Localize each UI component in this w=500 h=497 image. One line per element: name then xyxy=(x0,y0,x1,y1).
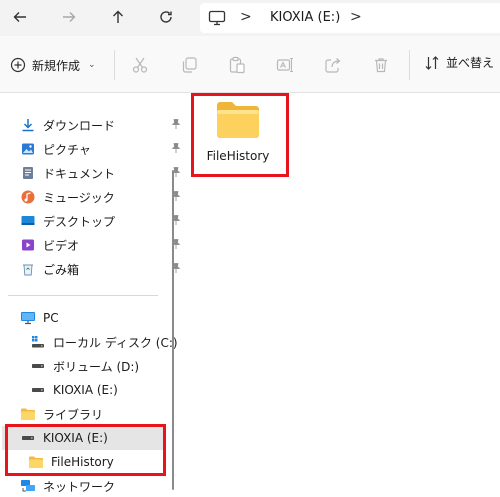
pictures-icon xyxy=(20,141,36,157)
computer-icon xyxy=(208,10,226,26)
sidebar-item-label: ドキュメント xyxy=(43,166,116,181)
rename-icon xyxy=(276,57,293,73)
sort-icon xyxy=(425,55,439,70)
sidebar-item-library[interactable]: ライブラリ xyxy=(20,403,103,425)
rename-button[interactable] xyxy=(274,54,296,76)
paste-icon xyxy=(229,56,245,74)
sidebar-item-label: ネットワーク xyxy=(43,479,116,494)
cut-button[interactable] xyxy=(129,54,151,76)
chevron-down-icon: ⌄ xyxy=(88,60,96,70)
local-disk-icon xyxy=(30,334,46,350)
sidebar-item-recycle-bin[interactable]: ごみ箱 xyxy=(20,258,181,280)
breadcrumb-item[interactable]: KIOXIA (E:) xyxy=(270,10,340,25)
drive-icon xyxy=(30,358,46,374)
forward-button[interactable] xyxy=(56,4,82,30)
new-button[interactable]: 新規作成 ⌄ xyxy=(10,54,96,76)
breadcrumb-separator[interactable]: > xyxy=(240,9,252,25)
pc-icon xyxy=(20,310,36,326)
drive-icon xyxy=(30,382,46,398)
library-folder-icon xyxy=(20,406,36,422)
sidebar-item-videos[interactable]: ビデオ xyxy=(20,234,181,256)
sidebar-item-label: ごみ箱 xyxy=(43,262,80,277)
sidebar-item-local-disk-c[interactable]: ローカル ディスク (C:) xyxy=(30,331,178,353)
address-bar: > KIOXIA (E:) > xyxy=(0,0,500,36)
sidebar-item-downloads[interactable]: ダウンロード xyxy=(20,114,181,136)
share-button[interactable] xyxy=(322,54,344,76)
sort-button[interactable]: 並べ替え xyxy=(424,54,494,71)
highlight-box-content xyxy=(191,93,289,177)
delete-button[interactable] xyxy=(370,54,392,76)
up-button[interactable] xyxy=(105,4,131,30)
desktop-icon xyxy=(20,213,36,229)
paste-button[interactable] xyxy=(226,54,248,76)
sidebar-item-label: デスクトップ xyxy=(43,214,116,229)
network-icon xyxy=(20,478,36,494)
plus-circle-icon xyxy=(10,57,26,73)
divider xyxy=(409,50,410,80)
cut-icon xyxy=(132,57,148,73)
sidebar-scrollbar[interactable] xyxy=(172,170,174,490)
sidebar-divider xyxy=(8,295,158,296)
highlight-box-sidebar xyxy=(5,424,166,476)
sidebar-item-network[interactable]: ネットワーク xyxy=(20,475,115,497)
arrow-up-icon xyxy=(113,10,123,23)
music-icon xyxy=(20,189,36,205)
divider xyxy=(114,50,115,80)
sidebar-item-label: ピクチャ xyxy=(43,142,91,157)
sidebar-item-label: ローカル ディスク (C:) xyxy=(53,335,178,350)
recycle-bin-icon xyxy=(20,261,36,277)
copy-button[interactable] xyxy=(178,54,200,76)
video-icon xyxy=(20,237,36,253)
sidebar-item-kioxia-e[interactable]: KIOXIA (E:) xyxy=(30,379,118,401)
copy-icon xyxy=(182,57,197,73)
sidebar-item-music[interactable]: ミュージック xyxy=(20,186,181,208)
sidebar-item-label: KIOXIA (E:) xyxy=(53,383,118,397)
refresh-icon xyxy=(160,11,172,23)
arrow-left-icon xyxy=(13,12,26,22)
delete-icon xyxy=(375,58,387,73)
new-button-label: 新規作成 xyxy=(32,58,81,73)
back-button[interactable] xyxy=(7,4,33,30)
refresh-button[interactable] xyxy=(153,4,179,30)
breadcrumb-separator[interactable]: > xyxy=(350,9,362,25)
sidebar-item-label: ビデオ xyxy=(43,238,80,253)
sidebar-item-label: ボリューム (D:) xyxy=(53,359,140,374)
download-icon xyxy=(20,117,36,133)
sidebar-item-label: ダウンロード xyxy=(43,118,116,133)
share-icon xyxy=(325,58,341,73)
arrow-right-icon xyxy=(63,12,76,22)
sidebar-item-label: PC xyxy=(43,311,59,325)
sidebar-item-volume-d[interactable]: ボリューム (D:) xyxy=(30,355,139,377)
command-bar: 新規作成 ⌄ 並べ替え xyxy=(0,36,500,93)
sidebar-item-label: ミュージック xyxy=(43,190,115,205)
sidebar-item-documents[interactable]: ドキュメント xyxy=(20,162,181,184)
address-path[interactable]: > KIOXIA (E:) > xyxy=(200,3,500,33)
sidebar-item-pc[interactable]: PC xyxy=(20,307,59,329)
sidebar-item-desktop[interactable]: デスクトップ xyxy=(20,210,181,232)
sidebar-item-pictures[interactable]: ピクチャ xyxy=(20,138,181,160)
sort-button-label: 並べ替え xyxy=(446,56,495,70)
documents-icon xyxy=(20,165,36,181)
sidebar-item-label: ライブラリ xyxy=(43,407,104,422)
